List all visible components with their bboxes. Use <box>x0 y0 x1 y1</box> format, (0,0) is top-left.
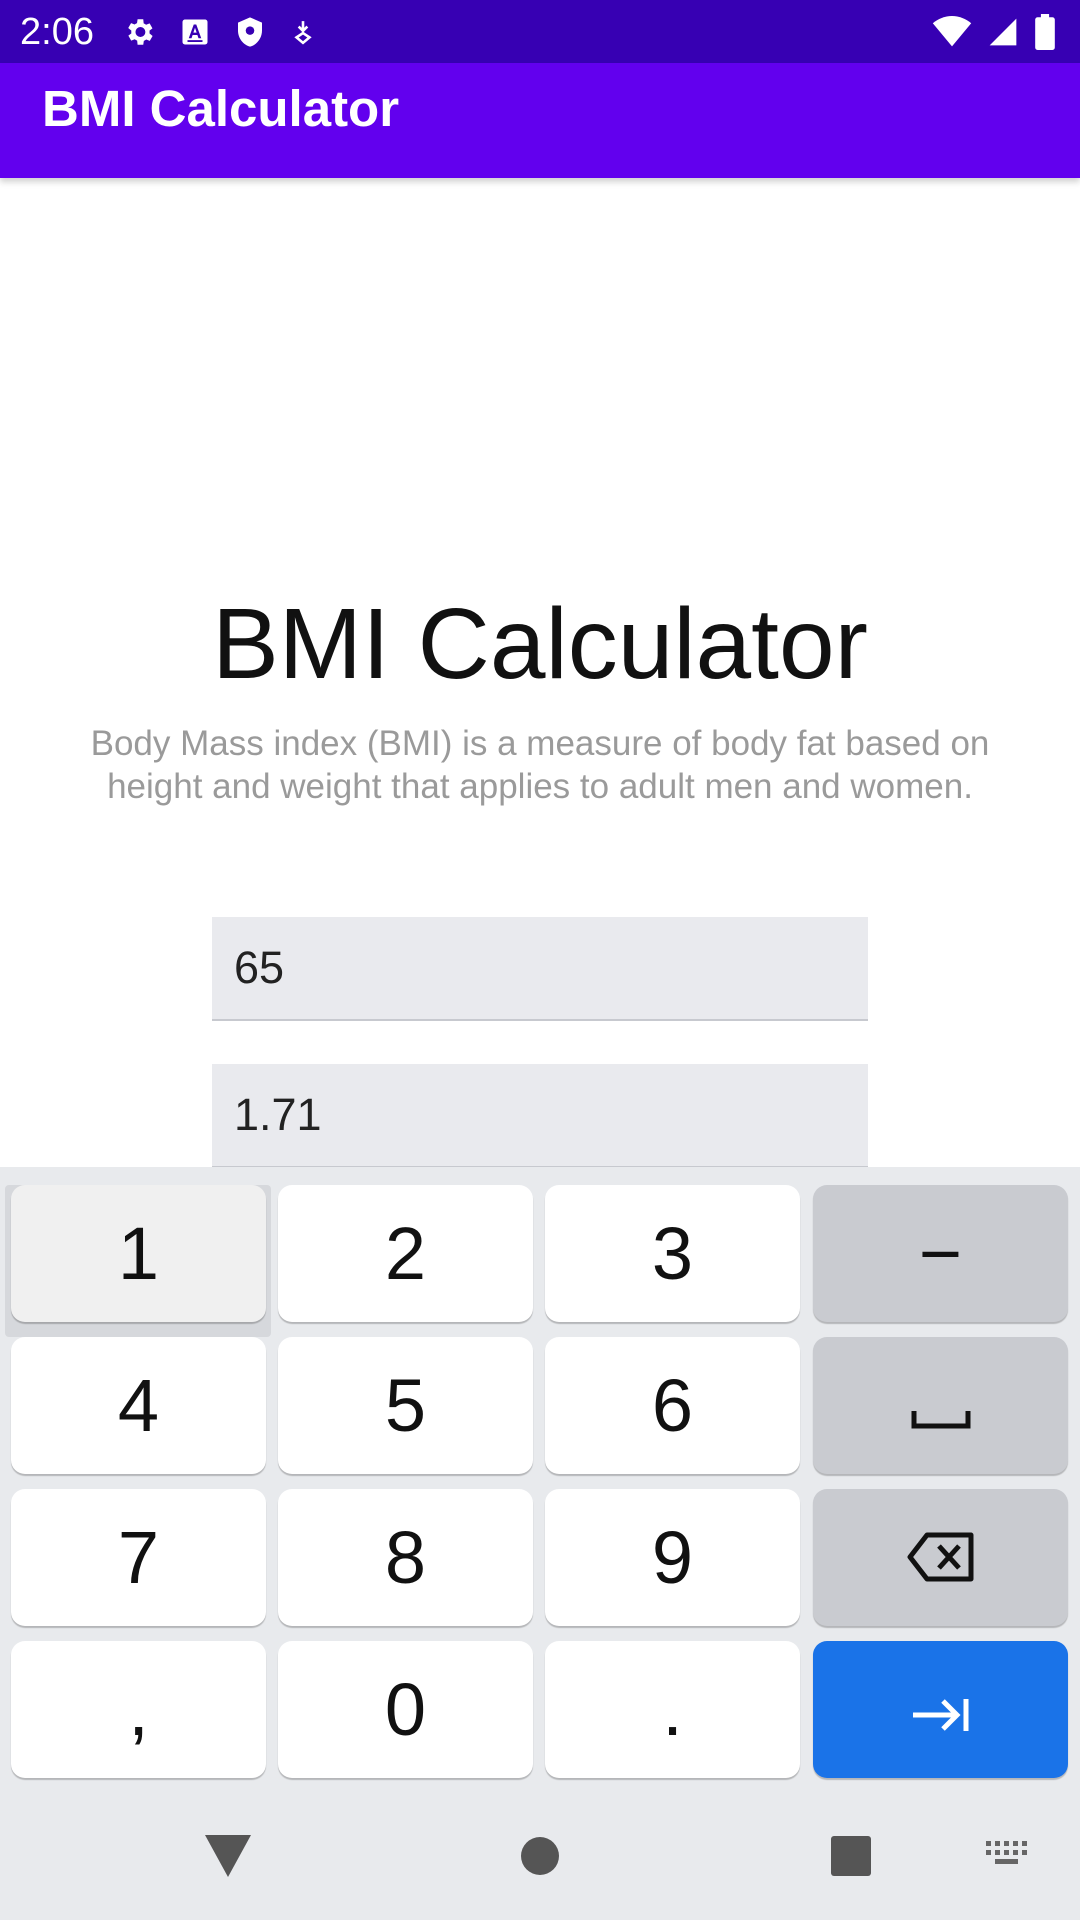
description-text: Body Mass index (BMI) is a measure of bo… <box>90 724 990 806</box>
key-minus[interactable]: − <box>813 1185 1068 1322</box>
weight-field[interactable] <box>212 917 868 1021</box>
notification-icons <box>122 12 316 52</box>
signal-icon <box>986 16 1020 48</box>
status-bar: 2:06 <box>0 0 1080 63</box>
settings-icon <box>122 15 156 49</box>
system-icons <box>932 12 1056 52</box>
key-3[interactable]: 3 <box>545 1185 800 1322</box>
key-9[interactable]: 9 <box>545 1489 800 1626</box>
battery-icon <box>1034 14 1056 50</box>
height-input[interactable] <box>212 1064 868 1166</box>
key-0[interactable]: 0 <box>278 1641 533 1778</box>
key-comma[interactable]: , <box>11 1641 266 1778</box>
page-title: BMI Calculator <box>212 588 868 700</box>
key-1[interactable]: 1 <box>11 1185 266 1322</box>
key-backspace[interactable] <box>813 1489 1068 1626</box>
navigation-bar <box>0 1789 1080 1920</box>
key-8[interactable]: 8 <box>278 1489 533 1626</box>
next-arrow-icon <box>911 1667 971 1752</box>
wifi-icon <box>932 16 972 48</box>
height-field[interactable] <box>212 1064 868 1168</box>
key-period[interactable]: . <box>545 1641 800 1778</box>
space-icon <box>911 1363 971 1448</box>
key-5[interactable]: 5 <box>278 1337 533 1474</box>
key-4[interactable]: 4 <box>11 1337 266 1474</box>
key-6[interactable]: 6 <box>545 1337 800 1474</box>
text-a-icon <box>180 17 210 47</box>
download-icon <box>290 17 316 47</box>
backspace-icon <box>907 1515 975 1600</box>
shield-icon <box>234 15 266 49</box>
key-space[interactable] <box>813 1337 1068 1474</box>
status-time: 2:06 <box>20 11 94 53</box>
key-next[interactable] <box>813 1641 1068 1778</box>
key-7[interactable]: 7 <box>11 1489 266 1626</box>
app-bar-title: BMI Calculator <box>42 80 400 137</box>
key-2[interactable]: 2 <box>278 1185 533 1322</box>
weight-input[interactable] <box>212 917 868 1019</box>
app-bar: BMI Calculator <box>0 63 1080 178</box>
